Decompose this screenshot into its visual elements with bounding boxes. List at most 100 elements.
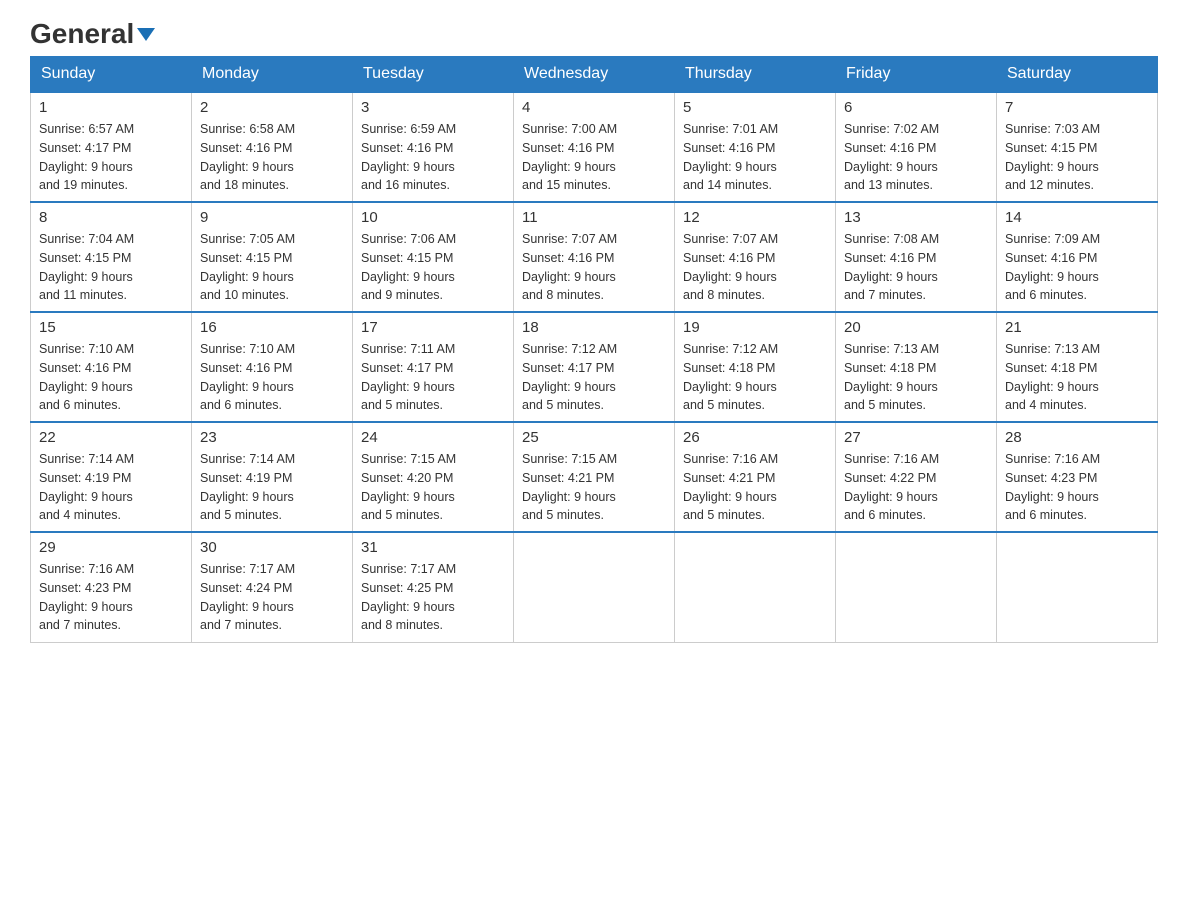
column-header-tuesday: Tuesday: [353, 57, 514, 93]
day-info: Sunrise: 7:07 AMSunset: 4:16 PMDaylight:…: [683, 230, 827, 305]
week-row-5: 29 Sunrise: 7:16 AMSunset: 4:23 PMDayligh…: [31, 532, 1158, 642]
week-row-3: 15 Sunrise: 7:10 AMSunset: 4:16 PMDayligh…: [31, 312, 1158, 422]
day-info: Sunrise: 7:13 AMSunset: 4:18 PMDaylight:…: [844, 340, 988, 415]
day-info: Sunrise: 7:15 AMSunset: 4:21 PMDaylight:…: [522, 450, 666, 525]
day-info: Sunrise: 7:13 AMSunset: 4:18 PMDaylight:…: [1005, 340, 1149, 415]
day-info: Sunrise: 7:14 AMSunset: 4:19 PMDaylight:…: [39, 450, 183, 525]
day-info: Sunrise: 6:59 AMSunset: 4:16 PMDaylight:…: [361, 120, 505, 195]
day-number: 5: [683, 99, 827, 116]
day-number: 27: [844, 429, 988, 446]
column-header-wednesday: Wednesday: [514, 57, 675, 93]
day-info: Sunrise: 7:15 AMSunset: 4:20 PMDaylight:…: [361, 450, 505, 525]
calendar-cell: 9 Sunrise: 7:05 AMSunset: 4:15 PMDaylight…: [192, 202, 353, 312]
column-header-monday: Monday: [192, 57, 353, 93]
day-info: Sunrise: 7:04 AMSunset: 4:15 PMDaylight:…: [39, 230, 183, 305]
day-info: Sunrise: 7:12 AMSunset: 4:18 PMDaylight:…: [683, 340, 827, 415]
week-row-2: 8 Sunrise: 7:04 AMSunset: 4:15 PMDaylight…: [31, 202, 1158, 312]
calendar-cell: [675, 532, 836, 642]
calendar-cell: 2Sunrise: 6:58 AMSunset: 4:16 PMDaylight…: [192, 92, 353, 202]
calendar-cell: 21 Sunrise: 7:13 AMSunset: 4:18 PMDayligh…: [997, 312, 1158, 422]
day-number: 29: [39, 539, 183, 556]
calendar-cell: 8 Sunrise: 7:04 AMSunset: 4:15 PMDaylight…: [31, 202, 192, 312]
calendar-cell: 23 Sunrise: 7:14 AMSunset: 4:19 PMDayligh…: [192, 422, 353, 532]
day-number: 13: [844, 209, 988, 226]
day-info: Sunrise: 7:11 AMSunset: 4:17 PMDaylight:…: [361, 340, 505, 415]
day-number: 4: [522, 99, 666, 116]
day-number: 16: [200, 319, 344, 336]
calendar-cell: 10 Sunrise: 7:06 AMSunset: 4:15 PMDayligh…: [353, 202, 514, 312]
day-number: 12: [683, 209, 827, 226]
day-number: 22: [39, 429, 183, 446]
day-number: 25: [522, 429, 666, 446]
day-info: Sunrise: 7:14 AMSunset: 4:19 PMDaylight:…: [200, 450, 344, 525]
day-number: 20: [844, 319, 988, 336]
day-number: 8: [39, 209, 183, 226]
day-number: 15: [39, 319, 183, 336]
calendar-cell: [997, 532, 1158, 642]
calendar-cell: 22 Sunrise: 7:14 AMSunset: 4:19 PMDayligh…: [31, 422, 192, 532]
day-info: Sunrise: 7:17 AMSunset: 4:24 PMDaylight:…: [200, 560, 344, 635]
day-number: 14: [1005, 209, 1149, 226]
calendar-cell: 26Sunrise: 7:16 AMSunset: 4:21 PMDayligh…: [675, 422, 836, 532]
day-number: 23: [200, 429, 344, 446]
day-number: 17: [361, 319, 505, 336]
day-info: Sunrise: 7:01 AMSunset: 4:16 PMDaylight:…: [683, 120, 827, 195]
day-info: Sunrise: 7:16 AMSunset: 4:23 PMDaylight:…: [1005, 450, 1149, 525]
calendar-cell: 13 Sunrise: 7:08 AMSunset: 4:16 PMDayligh…: [836, 202, 997, 312]
calendar-cell: 7 Sunrise: 7:03 AMSunset: 4:15 PMDaylight…: [997, 92, 1158, 202]
calendar-cell: 6Sunrise: 7:02 AMSunset: 4:16 PMDaylight…: [836, 92, 997, 202]
day-number: 31: [361, 539, 505, 556]
day-info: Sunrise: 6:58 AMSunset: 4:16 PMDaylight:…: [200, 120, 344, 195]
calendar-cell: 17 Sunrise: 7:11 AMSunset: 4:17 PMDayligh…: [353, 312, 514, 422]
calendar-cell: 19Sunrise: 7:12 AMSunset: 4:18 PMDayligh…: [675, 312, 836, 422]
calendar-cell: 30Sunrise: 7:17 AMSunset: 4:24 PMDayligh…: [192, 532, 353, 642]
day-number: 10: [361, 209, 505, 226]
calendar-cell: [514, 532, 675, 642]
logo: General: [30, 20, 155, 46]
day-number: 7: [1005, 99, 1149, 116]
day-number: 21: [1005, 319, 1149, 336]
page-header: General: [30, 20, 1158, 46]
calendar-header-row: SundayMondayTuesdayWednesdayThursdayFrid…: [31, 57, 1158, 93]
calendar-cell: 31Sunrise: 7:17 AMSunset: 4:25 PMDayligh…: [353, 532, 514, 642]
day-number: 6: [844, 99, 988, 116]
day-info: Sunrise: 7:12 AMSunset: 4:17 PMDaylight:…: [522, 340, 666, 415]
day-info: Sunrise: 7:08 AMSunset: 4:16 PMDaylight:…: [844, 230, 988, 305]
day-info: Sunrise: 7:00 AMSunset: 4:16 PMDaylight:…: [522, 120, 666, 195]
calendar-cell: 20 Sunrise: 7:13 AMSunset: 4:18 PMDayligh…: [836, 312, 997, 422]
day-info: Sunrise: 7:09 AMSunset: 4:16 PMDaylight:…: [1005, 230, 1149, 305]
calendar-cell: 12 Sunrise: 7:07 AMSunset: 4:16 PMDayligh…: [675, 202, 836, 312]
logo-text: General: [30, 20, 155, 48]
calendar-cell: 3 Sunrise: 6:59 AMSunset: 4:16 PMDaylight…: [353, 92, 514, 202]
day-info: Sunrise: 7:10 AMSunset: 4:16 PMDaylight:…: [39, 340, 183, 415]
day-info: Sunrise: 7:05 AMSunset: 4:15 PMDaylight:…: [200, 230, 344, 305]
calendar-cell: 24 Sunrise: 7:15 AMSunset: 4:20 PMDayligh…: [353, 422, 514, 532]
day-info: Sunrise: 7:06 AMSunset: 4:15 PMDaylight:…: [361, 230, 505, 305]
day-number: 11: [522, 209, 666, 226]
column-header-saturday: Saturday: [997, 57, 1158, 93]
day-number: 24: [361, 429, 505, 446]
day-info: Sunrise: 7:03 AMSunset: 4:15 PMDaylight:…: [1005, 120, 1149, 195]
day-info: Sunrise: 7:16 AMSunset: 4:23 PMDaylight:…: [39, 560, 183, 635]
column-header-thursday: Thursday: [675, 57, 836, 93]
logo-triangle-icon: [137, 28, 155, 41]
calendar-cell: 4 Sunrise: 7:00 AMSunset: 4:16 PMDaylight…: [514, 92, 675, 202]
calendar-cell: 16 Sunrise: 7:10 AMSunset: 4:16 PMDayligh…: [192, 312, 353, 422]
day-info: Sunrise: 7:10 AMSunset: 4:16 PMDaylight:…: [200, 340, 344, 415]
day-number: 28: [1005, 429, 1149, 446]
day-number: 1: [39, 99, 183, 116]
calendar-cell: 14 Sunrise: 7:09 AMSunset: 4:16 PMDayligh…: [997, 202, 1158, 312]
calendar-cell: 1Sunrise: 6:57 AMSunset: 4:17 PMDaylight…: [31, 92, 192, 202]
calendar-table: SundayMondayTuesdayWednesdayThursdayFrid…: [30, 56, 1158, 643]
day-number: 3: [361, 99, 505, 116]
calendar-cell: 27 Sunrise: 7:16 AMSunset: 4:22 PMDayligh…: [836, 422, 997, 532]
column-header-friday: Friday: [836, 57, 997, 93]
calendar-cell: 28 Sunrise: 7:16 AMSunset: 4:23 PMDayligh…: [997, 422, 1158, 532]
day-info: Sunrise: 7:16 AMSunset: 4:22 PMDaylight:…: [844, 450, 988, 525]
column-header-sunday: Sunday: [31, 57, 192, 93]
calendar-cell: [836, 532, 997, 642]
calendar-cell: 18Sunrise: 7:12 AMSunset: 4:17 PMDayligh…: [514, 312, 675, 422]
day-number: 9: [200, 209, 344, 226]
week-row-4: 22 Sunrise: 7:14 AMSunset: 4:19 PMDayligh…: [31, 422, 1158, 532]
day-number: 26: [683, 429, 827, 446]
